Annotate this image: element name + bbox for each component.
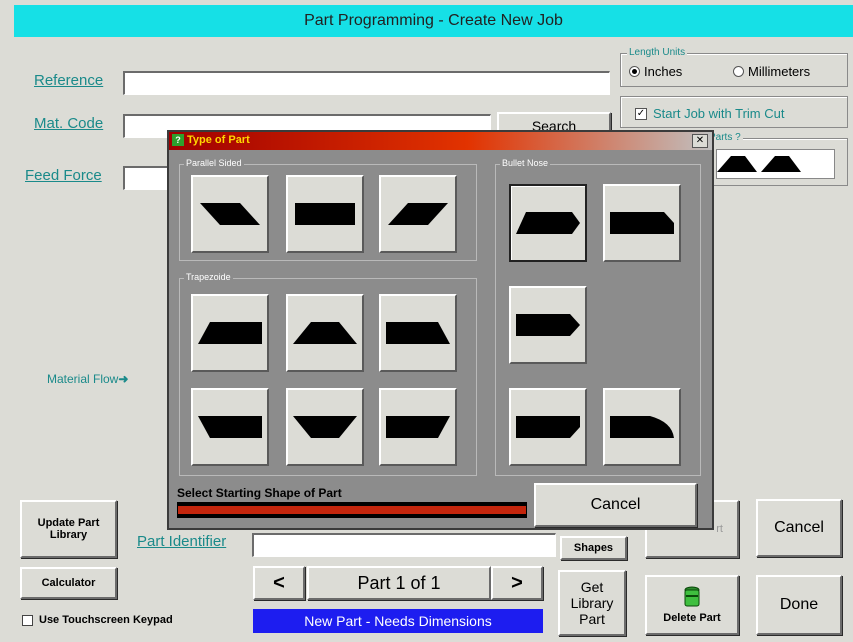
trapezoid-left-icon <box>198 322 262 344</box>
calculator-label: Calculator <box>41 577 96 589</box>
dialog-prompt: Select Starting Shape of Part <box>177 486 342 500</box>
prev-part-button[interactable]: < <box>253 566 305 600</box>
part-identifier-field[interactable] <box>252 533 556 557</box>
status-bar: New Part - Needs Dimensions <box>253 609 543 633</box>
bullet-nose-down-icon <box>516 416 580 438</box>
update-part-library-label: Update Part Library <box>37 517 100 541</box>
radio-unselected-icon <box>733 66 744 77</box>
parts-preview <box>716 149 835 179</box>
shape-parallel-rect[interactable] <box>286 175 364 253</box>
radio-selected-icon <box>629 66 640 77</box>
reference-link[interactable]: Reference <box>34 72 103 89</box>
shape-trap-down-left[interactable] <box>191 388 269 466</box>
window-title: Part Programming - Create New Job <box>304 12 563 29</box>
shape-bullet-2[interactable] <box>603 184 681 262</box>
cancel-main-label: Cancel <box>774 519 824 536</box>
title-bar: Part Programming - Create New Job <box>14 5 853 37</box>
shape-trap-right[interactable] <box>379 294 457 372</box>
checkbox-checked-icon: ✓ <box>635 107 647 120</box>
trapezoid-down-left-icon <box>198 416 262 438</box>
done-button[interactable]: Done <box>756 575 842 635</box>
radio-millimeters[interactable]: Millimeters <box>733 64 810 79</box>
part-counter-label: Part 1 of 1 <box>357 572 441 593</box>
type-of-part-dialog: ? Type of Part ✕ Parallel Sided Trapezoi… <box>167 130 714 530</box>
shape-bullet-4[interactable] <box>509 388 587 466</box>
touchscreen-label: Use Touchscreen Keypad <box>39 614 173 626</box>
shape-parallel-right[interactable] <box>379 175 457 253</box>
length-units-label: Length Units <box>627 47 688 58</box>
progress-bar <box>177 502 527 518</box>
trapezoid-up-icon <box>293 322 357 344</box>
parallel-sided-label: Parallel Sided <box>184 158 244 168</box>
cancel-main-button[interactable]: Cancel <box>756 499 842 557</box>
shapes-button-label: Shapes <box>573 542 614 554</box>
trash-can-icon <box>684 586 700 607</box>
shape-parallel-left[interactable] <box>191 175 269 253</box>
progress-fill <box>178 506 526 514</box>
trapezoide-label: Trapezoide <box>184 272 233 282</box>
next-part-button[interactable]: > <box>491 566 543 600</box>
bullet-nose-curve-icon <box>610 416 674 438</box>
rectangle-icon <box>295 203 355 225</box>
shape-trap-left[interactable] <box>191 294 269 372</box>
material-flow-label: Material Flow➜ <box>47 372 128 386</box>
shape-bullet-5[interactable] <box>603 388 681 466</box>
close-icon: ✕ <box>695 135 705 146</box>
bullet-nose-point-icon <box>516 314 580 336</box>
dialog-close-button[interactable]: ✕ <box>692 134 708 148</box>
dialog-cancel-label: Cancel <box>590 496 641 513</box>
update-part-library-button[interactable]: Update Part Library <box>20 500 117 558</box>
parts-preview-shapes <box>717 156 801 172</box>
reference-field[interactable] <box>123 71 610 95</box>
material-flow-text: Material Flow <box>47 372 119 386</box>
mat-code-link[interactable]: Mat. Code <box>34 115 103 132</box>
shape-trap-down[interactable] <box>286 388 364 466</box>
status-text: New Part - Needs Dimensions <box>304 613 492 629</box>
trapezoid-down-right-icon <box>386 416 450 438</box>
shapes-button[interactable]: Shapes <box>560 536 627 560</box>
trim-cut-checkbox[interactable]: ✓ Start Job with Trim Cut <box>635 106 784 121</box>
done-label: Done <box>779 596 819 613</box>
trim-cut-label: Start Job with Trim Cut <box>653 106 785 121</box>
shape-trap-up[interactable] <box>286 294 364 372</box>
arrow-right-icon: ➜ <box>118 372 129 386</box>
shape-bullet-3[interactable] <box>509 286 587 364</box>
get-library-part-label: Get Library Part <box>570 579 614 627</box>
length-units-group: Length Units Inches Millimeters <box>620 47 848 87</box>
radio-millimeters-label: Millimeters <box>748 64 811 79</box>
part-identifier-link[interactable]: Part Identifier <box>137 533 226 550</box>
hidden-part-button-label: rt <box>716 523 723 535</box>
shape-bullet-1[interactable] <box>509 184 587 262</box>
dialog-title: Type of Part <box>187 134 250 146</box>
prev-part-label: < <box>273 571 285 594</box>
parallelogram-up-icon <box>388 203 448 225</box>
touchscreen-checkbox[interactable]: Use Touchscreen Keypad <box>22 614 173 626</box>
delete-part-button[interactable]: Delete Part <box>645 575 739 635</box>
next-part-label: > <box>511 571 523 594</box>
feed-force-link[interactable]: Feed Force <box>25 167 102 184</box>
bullet-nose-angled-icon <box>516 212 580 234</box>
dialog-cancel-button[interactable]: Cancel <box>534 483 697 527</box>
get-library-part-button[interactable]: Get Library Part <box>558 570 626 636</box>
shape-trap-down-right[interactable] <box>379 388 457 466</box>
trapezoid-down-icon <box>293 416 357 438</box>
dialog-title-bar: ? Type of Part ✕ <box>169 132 712 150</box>
parallelogram-down-icon <box>200 203 260 225</box>
delete-part-label: Delete Part <box>663 612 721 624</box>
calculator-button[interactable]: Calculator <box>20 567 117 599</box>
part-counter: Part 1 of 1 <box>307 566 491 600</box>
checkbox-unchecked-icon <box>22 614 33 626</box>
help-icon: ? <box>172 134 184 146</box>
bullet-nose-flat-icon <box>610 212 674 234</box>
trim-cut-group: ✓ Start Job with Trim Cut <box>620 96 848 128</box>
trapezoid-right-icon <box>386 322 450 344</box>
radio-inches-label: Inches <box>644 64 683 79</box>
bullet-nose-label: Bullet Nose <box>500 158 551 168</box>
radio-inches[interactable]: Inches <box>629 64 682 79</box>
